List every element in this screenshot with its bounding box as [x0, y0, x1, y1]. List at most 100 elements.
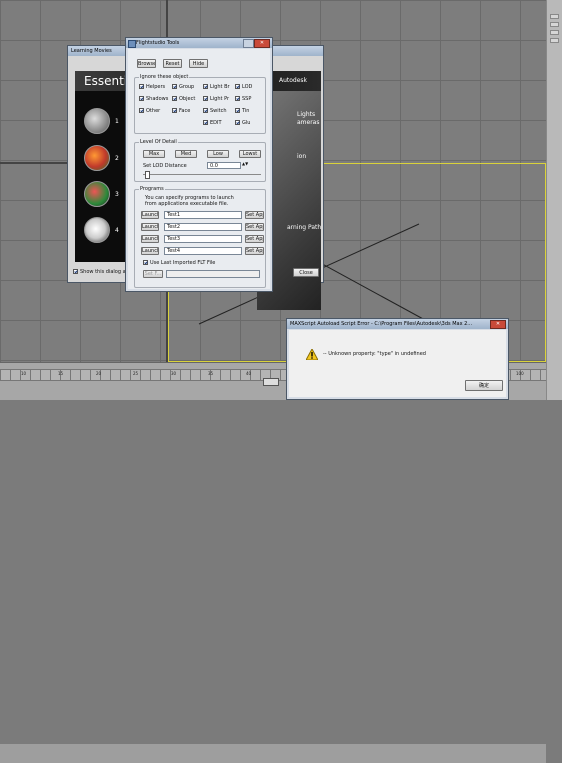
- checkbox-label: Face: [179, 108, 191, 114]
- set-app-button-3[interactable]: Set App: [245, 235, 264, 243]
- ignore-shadows-checkbox[interactable]: Shadows: [139, 96, 168, 102]
- checkbox-label: Glu: [242, 120, 251, 126]
- lod-max-button[interactable]: Max: [143, 150, 165, 158]
- ignore-helpers-checkbox[interactable]: Helpers: [139, 84, 165, 90]
- movie-3-number: 3: [115, 191, 119, 198]
- launch-button-2[interactable]: Launch: [141, 223, 159, 231]
- launch-button-4[interactable]: Launch: [141, 247, 159, 255]
- programs-description: from applications executable file.: [145, 201, 229, 207]
- launch-button-1[interactable]: Launch: [141, 211, 159, 219]
- launch-button-3[interactable]: Launch: [141, 235, 159, 243]
- lod-slider-track[interactable]: [143, 174, 261, 175]
- lod-distance-field[interactable]: 0.0: [207, 162, 241, 169]
- checkbox-label: Use Last Imported FLT File: [150, 260, 216, 266]
- group-label: Level Of Detail: [139, 139, 178, 145]
- checkbox-box[interactable]: [139, 108, 144, 113]
- side-text: Lights: [297, 111, 316, 118]
- close-button[interactable]: Close: [293, 268, 319, 277]
- command-panel-strip[interactable]: [546, 0, 562, 400]
- checkbox-box[interactable]: [203, 108, 208, 113]
- time-slider-thumb[interactable]: [263, 378, 279, 386]
- ignore-objects-group: Ignore these object Helpers Group Light …: [134, 74, 266, 134]
- panel-button[interactable]: [550, 14, 559, 19]
- checkbox-box[interactable]: [235, 84, 240, 89]
- lightstudio-body: Browser Reset Hide Ignore these object H…: [128, 49, 270, 289]
- movie-2-number: 2: [115, 155, 119, 162]
- status-bar: [0, 744, 546, 763]
- close-icon[interactable]: ✕: [254, 39, 270, 48]
- set-flt-button[interactable]: Set F...: [143, 270, 163, 278]
- timeline-tick: 20: [96, 371, 102, 376]
- hide-button[interactable]: Hide: [189, 59, 208, 68]
- minimize-icon[interactable]: [243, 39, 254, 48]
- programs-group: Programs You can specify programs to lau…: [134, 186, 266, 288]
- checkbox-box[interactable]: [73, 269, 78, 274]
- checkbox-box[interactable]: [143, 260, 148, 265]
- checkbox-box[interactable]: [139, 96, 144, 101]
- set-app-button-1[interactable]: Set App: [245, 211, 264, 219]
- ok-button[interactable]: 确定: [465, 380, 503, 391]
- lod-med-button[interactable]: Med: [175, 150, 197, 158]
- close-icon[interactable]: ✕: [490, 320, 506, 329]
- ignore-glu-checkbox[interactable]: Glu: [235, 120, 250, 126]
- movie-2-icon[interactable]: [84, 145, 110, 171]
- ignore-group-checkbox[interactable]: Group: [172, 84, 194, 90]
- ignore-lod-checkbox[interactable]: LOD: [235, 84, 252, 90]
- checkbox-label: Switch: [210, 108, 227, 114]
- movie-1-icon[interactable]: [84, 108, 110, 134]
- group-label: Programs: [139, 186, 165, 192]
- ignore-edit-checkbox[interactable]: EDIT: [203, 120, 222, 126]
- show-dialog-checkbox[interactable]: Show this dialog at s: [73, 269, 132, 275]
- lod-low-button[interactable]: Low: [207, 150, 229, 158]
- panel-button[interactable]: [550, 30, 559, 35]
- movie-4-icon[interactable]: [84, 217, 110, 243]
- error-message: -- Unknown property: "type" in undefined: [323, 351, 426, 357]
- checkbox-box[interactable]: [235, 96, 240, 101]
- set-app-button-4[interactable]: Set App: [245, 247, 264, 255]
- checkbox-box[interactable]: [172, 96, 177, 101]
- checkbox-box[interactable]: [203, 120, 208, 125]
- program-field-4[interactable]: Test4: [164, 247, 242, 255]
- error-titlebar[interactable]: MAXScript Autoload Script Error - C:\Pro…: [287, 319, 508, 329]
- ignore-tin-checkbox[interactable]: Tin: [235, 108, 249, 114]
- program-field-2[interactable]: Test2: [164, 223, 242, 231]
- checkbox-label: Helpers: [146, 84, 166, 90]
- reset-button[interactable]: Reset: [163, 59, 182, 68]
- timeline-tick: 30: [171, 371, 177, 376]
- checkbox-box[interactable]: [139, 84, 144, 89]
- timeline-end: 100: [516, 371, 524, 376]
- ignore-lightpr-checkbox[interactable]: Light Pr: [203, 96, 229, 102]
- use-last-flt-checkbox[interactable]: Use Last Imported FLT File: [143, 260, 215, 266]
- movie-3-icon[interactable]: [84, 181, 110, 207]
- browser-button[interactable]: Browser: [137, 59, 156, 68]
- checkbox-label: Shadows: [146, 96, 169, 102]
- ignore-other-checkbox[interactable]: Other: [139, 108, 160, 114]
- flt-file-field[interactable]: [166, 270, 260, 278]
- checkbox-box[interactable]: [172, 108, 177, 113]
- ignore-ssp-checkbox[interactable]: SSP: [235, 96, 251, 102]
- checkbox-box[interactable]: [235, 120, 240, 125]
- program-field-3[interactable]: Test3: [164, 235, 242, 243]
- window-title: MAXScript Autoload Script Error - C:\Pro…: [290, 321, 473, 327]
- lightstudio-window: Flightstudio Tools ✕ Browser Reset Hide …: [125, 37, 273, 292]
- lod-distance-label: Set LOD Distance: [143, 163, 187, 169]
- checkbox-box[interactable]: [203, 96, 208, 101]
- banner-title: Essenti: [84, 74, 128, 88]
- checkbox-label: EDIT: [210, 120, 222, 126]
- panel-button[interactable]: [550, 38, 559, 43]
- checkbox-box[interactable]: [235, 108, 240, 113]
- ignore-object-checkbox[interactable]: Object: [172, 96, 195, 102]
- side-text: ion: [297, 153, 307, 160]
- set-app-button-2[interactable]: Set App: [245, 223, 264, 231]
- ignore-face-checkbox[interactable]: Face: [172, 108, 190, 114]
- ignore-lightbr-checkbox[interactable]: Light Br: [203, 84, 230, 90]
- panel-button[interactable]: [550, 22, 559, 27]
- program-field-1[interactable]: Test1: [164, 211, 242, 219]
- spinner-icon[interactable]: ▲▼: [242, 161, 248, 166]
- lightstudio-titlebar[interactable]: Flightstudio Tools ✕: [126, 38, 272, 48]
- ignore-switch-checkbox[interactable]: Switch: [203, 108, 227, 114]
- lod-slider-thumb[interactable]: [145, 171, 150, 179]
- checkbox-box[interactable]: [203, 84, 208, 89]
- checkbox-box[interactable]: [172, 84, 177, 89]
- lod-lowst-button[interactable]: Lowst: [239, 150, 261, 158]
